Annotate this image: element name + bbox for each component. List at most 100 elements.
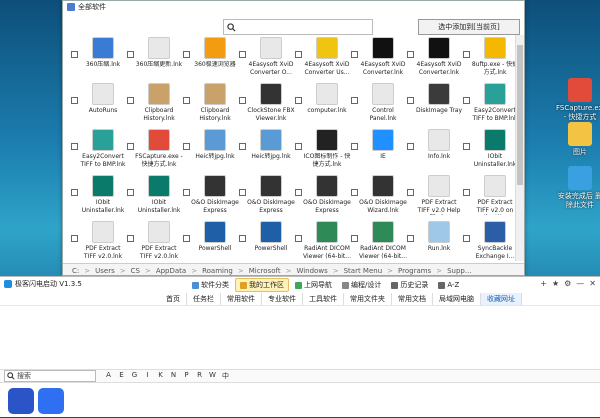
letter-filter-item[interactable]: A: [102, 371, 115, 381]
letter-filter-item[interactable]: N: [167, 371, 180, 381]
add-to-current-page-button[interactable]: 选中添加到[当前页]: [418, 19, 520, 35]
app-checkbox[interactable]: [463, 235, 470, 242]
app-item[interactable]: ClockStone FBX Viewer.lnk: [239, 81, 295, 127]
letter-filter-item[interactable]: W: [206, 371, 219, 381]
topnav-item[interactable]: A-Z: [434, 278, 463, 292]
topnav-item[interactable]: 软件分类: [188, 278, 233, 292]
app-item[interactable]: Easy2Convert TIFF to BMP.lnk: [71, 127, 126, 173]
app-checkbox[interactable]: [407, 51, 414, 58]
app-checkbox[interactable]: [127, 143, 134, 150]
app-item[interactable]: O&O DiskImage Wizard.lnk: [351, 173, 407, 219]
app-item[interactable]: SyncBackle Exchange I...: [463, 219, 518, 265]
app-item[interactable]: Heic转jpg.lnk: [239, 127, 294, 173]
desktop-icon-readme[interactable]: 安装完成后 删除此文件: [556, 166, 600, 210]
filter-search-input[interactable]: 搜索: [4, 370, 96, 382]
breadcrumb-segment[interactable]: Roaming: [197, 267, 238, 275]
picker-search-box[interactable]: [223, 19, 373, 35]
app-checkbox[interactable]: [183, 143, 190, 150]
vertical-scrollbar[interactable]: [515, 35, 524, 261]
topnav-item[interactable]: 编程/设计: [338, 278, 385, 292]
app-item[interactable]: FSCapture.exe - 快捷方式.lnk: [127, 127, 183, 173]
app-checkbox[interactable]: [351, 51, 358, 58]
app-item[interactable]: O&O DiskImage Express: [183, 173, 239, 219]
app-checkbox[interactable]: [71, 143, 78, 150]
app-item[interactable]: O&O DiskImage Express: [239, 173, 295, 219]
app-item[interactable]: computer.lnk: [295, 81, 350, 127]
scrollbar-thumb[interactable]: [517, 45, 523, 185]
app-checkbox[interactable]: [71, 51, 78, 58]
app-checkbox[interactable]: [71, 97, 78, 104]
app-item[interactable]: 4Easysoft XviD Converter.lnk: [351, 35, 406, 81]
app-checkbox[interactable]: [351, 97, 358, 104]
app-checkbox[interactable]: [295, 189, 302, 196]
app-item[interactable]: 4Easysoft XviD Converter.lnk: [407, 35, 462, 81]
breadcrumb-segment[interactable]: Supp...: [442, 267, 476, 275]
app-item[interactable]: PowerShell: [239, 219, 294, 265]
app-item[interactable]: Heic转jpg.lnk: [183, 127, 238, 173]
app-item[interactable]: IObit Uninstaller.lnk: [127, 173, 182, 219]
breadcrumb-segment[interactable]: Windows: [291, 267, 332, 275]
app-checkbox[interactable]: [127, 51, 134, 58]
app-item[interactable]: IObit Uninstaller.lnk: [463, 127, 518, 173]
app-checkbox[interactable]: [463, 97, 470, 104]
app-checkbox[interactable]: [183, 97, 190, 104]
app-checkbox[interactable]: [351, 189, 358, 196]
app-checkbox[interactable]: [239, 51, 246, 58]
app-item[interactable]: PDF Extract TIFF v2.0 on the W...: [463, 173, 518, 219]
app-checkbox[interactable]: [407, 97, 414, 104]
star-icon[interactable]: ★: [552, 279, 559, 288]
app-item[interactable]: IE: [351, 127, 406, 173]
app-checkbox[interactable]: [239, 143, 246, 150]
app-checkbox[interactable]: [295, 97, 302, 104]
picker-search-input[interactable]: [239, 23, 359, 31]
app-item[interactable]: AutoRuns: [71, 81, 126, 127]
app-item[interactable]: PDF Extract TIFF v2.0.lnk: [71, 219, 126, 265]
breadcrumb-segment[interactable]: Users: [90, 267, 120, 275]
app-checkbox[interactable]: [463, 189, 470, 196]
app-item[interactable]: RadiAnt DICOM Viewer (64-bit...: [351, 219, 407, 265]
close-icon[interactable]: ✕: [589, 279, 596, 288]
gear-icon[interactable]: ⚙: [564, 279, 571, 288]
letter-filter-item[interactable]: I: [141, 371, 154, 381]
app-checkbox[interactable]: [183, 51, 190, 58]
app-item[interactable]: RadiAnt DICOM Viewer (64-bit...: [295, 219, 351, 265]
breadcrumb-segment[interactable]: Programs: [393, 267, 436, 275]
app-checkbox[interactable]: [239, 97, 246, 104]
app-checkbox[interactable]: [71, 235, 78, 242]
app-item[interactable]: ICO图标制作 - 快捷方式.lnk: [295, 127, 350, 173]
app-checkbox[interactable]: [127, 189, 134, 196]
breadcrumb-segment[interactable]: CS: [126, 267, 145, 275]
letter-filter-item[interactable]: 中: [219, 371, 232, 381]
app-checkbox[interactable]: [183, 235, 190, 242]
app-checkbox[interactable]: [71, 189, 78, 196]
app-item[interactable]: 4Easysoft XviD Converter Us...: [295, 35, 350, 81]
app-item[interactable]: Easy2Convert TIFF to BMP.lnk: [463, 81, 518, 127]
app-checkbox[interactable]: [127, 235, 134, 242]
app-checkbox[interactable]: [463, 51, 470, 58]
app-checkbox[interactable]: [295, 235, 302, 242]
app-checkbox[interactable]: [463, 143, 470, 150]
app-item[interactable]: 4Easysoft XviD Converter O...: [239, 35, 294, 81]
app-checkbox[interactable]: [407, 143, 414, 150]
letter-filter-item[interactable]: R: [193, 371, 206, 381]
letter-filter-item[interactable]: G: [128, 371, 141, 381]
topnav-item[interactable]: 历史记录: [387, 278, 432, 292]
letter-filter-item[interactable]: K: [154, 371, 167, 381]
app-item[interactable]: Control Panel.lnk: [351, 81, 406, 127]
add-icon[interactable]: +: [540, 279, 547, 288]
app-checkbox[interactable]: [183, 189, 190, 196]
app-checkbox[interactable]: [239, 235, 246, 242]
app-checkbox[interactable]: [295, 51, 302, 58]
app-item[interactable]: O&O DiskImage Express: [295, 173, 351, 219]
app-item[interactable]: Clipboard History.lnk: [183, 81, 238, 127]
app-checkbox[interactable]: [407, 235, 414, 242]
breadcrumb-segment[interactable]: Microsoft: [244, 267, 286, 275]
app-item[interactable]: 360压缩更新.lnk: [127, 35, 182, 81]
wps-office-icon[interactable]: [38, 387, 64, 414]
topnav-item[interactable]: 上网导航: [291, 278, 336, 292]
app-item[interactable]: PDF Extract TIFF v2.0.lnk: [127, 219, 182, 265]
app-checkbox[interactable]: [351, 143, 358, 150]
app-item[interactable]: 8uftp.exe - 快捷方式.lnk: [463, 35, 518, 81]
minimize-icon[interactable]: —: [576, 279, 584, 288]
app-item[interactable]: PDF Extract TIFF v2.0 Help File.l...: [407, 173, 462, 219]
